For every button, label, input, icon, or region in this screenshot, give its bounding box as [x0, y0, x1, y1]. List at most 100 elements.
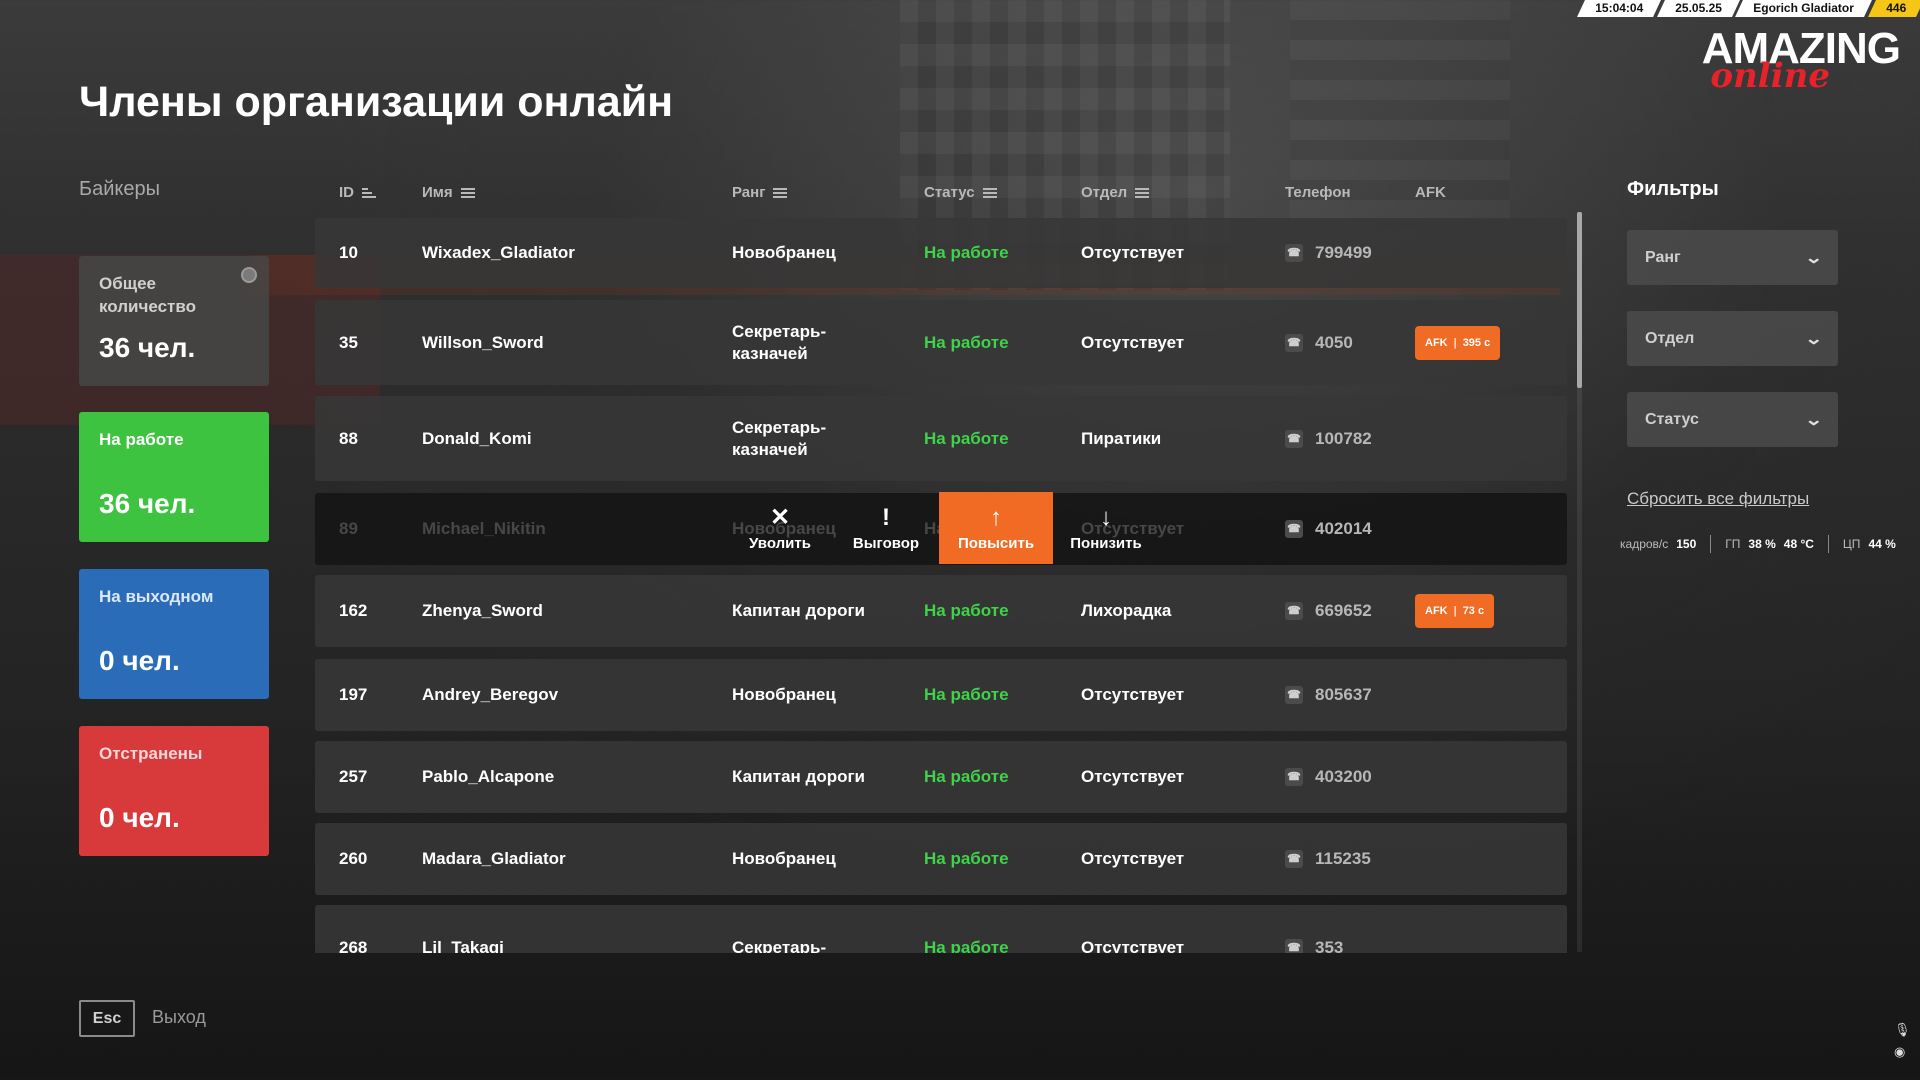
reprimand-button[interactable]: ! Выговор — [833, 492, 939, 564]
rank-filter-select[interactable]: Ранг ⌄ — [1627, 230, 1838, 285]
gpu-temp: 48 °C — [1783, 537, 1814, 551]
amazing-online-logo: AMAZING online — [1670, 24, 1901, 96]
status-filter-label: Статус — [1645, 410, 1699, 428]
fire-button[interactable]: ✕ Уволить — [727, 492, 833, 564]
page-title: Члены организации онлайн — [79, 78, 674, 126]
afk-badge-time: 73 c — [1462, 605, 1485, 617]
stat-total-value: 36 чел. — [99, 332, 196, 363]
cell-dept: Отсутствует — [1081, 767, 1185, 786]
stat-working-label: На работе — [99, 430, 184, 449]
demote-button[interactable]: ↓ Понизить — [1053, 492, 1159, 564]
phone-icon: ☎ — [1285, 520, 1303, 538]
fire-button-label: Уволить — [749, 534, 811, 552]
cell-rank: Новобранец — [732, 849, 836, 868]
cell-status: На работе — [924, 601, 1009, 620]
table-row[interactable]: 268 Lil_Takagi Секретарь- На работе Отсу… — [315, 905, 1567, 953]
chevron-down-icon: ⌄ — [1803, 330, 1823, 348]
cell-rank: Новобранец — [732, 243, 836, 262]
divider — [1710, 535, 1712, 553]
table-row[interactable]: 197 Andrey_Beregov Новобранец На работе … — [315, 659, 1567, 731]
stat-working[interactable]: На работе 36 чел. — [79, 412, 269, 542]
arrow-up-icon: ↑ — [990, 503, 1002, 531]
table-scrollbar[interactable] — [1577, 212, 1582, 952]
cell-name: Wixadex_Gladiator — [422, 243, 575, 262]
cell-name: Lil_Takagi — [422, 937, 504, 954]
dept-filter-select[interactable]: Отдел ⌄ — [1627, 311, 1838, 366]
exit-label[interactable]: Выход — [152, 1007, 206, 1028]
column-status[interactable]: Статус — [924, 184, 997, 201]
column-dept[interactable]: Отдел — [1081, 184, 1150, 201]
table-row[interactable]: 35 Willson_Sword Секретарь-казначей На р… — [315, 300, 1567, 385]
phone-number: 402014 — [1315, 519, 1372, 538]
cell-rank: Секретарь-казначей — [732, 417, 827, 459]
reset-filters-link[interactable]: Сбросить все фильтры — [1627, 489, 1809, 509]
column-phone-label: Телефон — [1285, 184, 1351, 201]
table-row[interactable]: 257 Pablo_Alcapone Капитан дороги На раб… — [315, 741, 1567, 813]
microphone-icon: 🎙 — [1894, 1022, 1911, 1037]
stat-total[interactable]: Общее количество 36 чел. — [79, 256, 269, 386]
column-afk-label: AFK — [1415, 184, 1446, 201]
sort-icon — [773, 187, 788, 198]
phone-number: 100782 — [1315, 428, 1372, 448]
cell-status: На работе — [924, 767, 1009, 786]
cell-phone: ☎ 353 — [1285, 937, 1344, 954]
phone-icon: ☎ — [1285, 938, 1303, 953]
column-id[interactable]: ID — [339, 184, 376, 201]
arrow-down-icon: ↓ — [1100, 503, 1112, 531]
esc-key-button[interactable]: Esc — [79, 1000, 135, 1037]
column-id-label: ID — [339, 184, 354, 201]
location-icon: ◉ — [1894, 1044, 1906, 1059]
stat-working-value: 36 чел. — [99, 488, 196, 519]
table-row[interactable]: 10 Wixadex_Gladiator Новобранец На работ… — [315, 218, 1567, 288]
column-rank[interactable]: Ранг — [732, 184, 788, 201]
cell-id: 197 — [339, 685, 368, 704]
cell-phone: ☎ 403200 — [1285, 766, 1372, 788]
cell-name: Michael_Nikitin — [422, 519, 546, 538]
cell-dept: Отсутствует — [1081, 685, 1185, 704]
cell-name: Zhenya_Sword — [422, 601, 543, 620]
promote-button[interactable]: ↑ Повысить — [939, 492, 1053, 564]
phone-icon: ☎ — [1285, 686, 1303, 704]
stat-suspended[interactable]: Отстранены 0 чел. — [79, 726, 269, 856]
sort-icon — [1135, 187, 1150, 198]
cell-rank: Секретарь- — [732, 937, 827, 954]
table-row[interactable]: 260 Madara_Gladiator Новобранец На работ… — [315, 823, 1567, 895]
afk-badge-label: AFK — [1425, 605, 1448, 617]
phone-number: 805637 — [1315, 685, 1372, 704]
rank-filter-label: Ранг — [1645, 248, 1681, 266]
column-status-label: Статус — [924, 184, 975, 201]
phone-icon: ☎ — [1285, 850, 1303, 868]
stat-total-label: Общее количество — [99, 274, 196, 316]
cell-phone: ☎ 100782 — [1285, 428, 1372, 450]
logo-sub-text: online — [1710, 56, 1830, 96]
cell-status: На работе — [924, 937, 1009, 954]
stat-off-duty[interactable]: На выходном 0 чел. — [79, 569, 269, 699]
exclamation-icon: ! — [882, 503, 890, 531]
status-filter-select[interactable]: Статус ⌄ — [1627, 392, 1838, 447]
table-row[interactable]: 88 Donald_Komi Секретарь-казначей На раб… — [315, 396, 1567, 481]
column-afk: AFK — [1415, 184, 1446, 201]
hud-player: Egorich Gladiator — [1735, 0, 1872, 17]
afk-badge: AFK | 395 c — [1415, 325, 1501, 360]
cell-status: На работе — [924, 849, 1009, 868]
hud-number: 446 — [1868, 0, 1920, 17]
cell-phone: ☎ 799499 — [1285, 242, 1372, 264]
column-phone: Телефон — [1285, 184, 1351, 201]
column-name[interactable]: Имя — [422, 184, 475, 201]
gpu-load: 38 % — [1748, 537, 1776, 551]
column-dept-label: Отдел — [1081, 184, 1128, 201]
fps-label: кадров/с — [1620, 537, 1669, 551]
cell-rank: Капитан дороги — [732, 601, 866, 620]
cell-dept: Пиратики — [1081, 428, 1162, 448]
phone-icon: ☎ — [1285, 602, 1303, 620]
sort-icon — [460, 187, 475, 198]
organization-name: Байкеры — [79, 178, 161, 200]
scrollbar-thumb[interactable] — [1577, 212, 1582, 388]
phone-number: 353 — [1315, 937, 1344, 954]
cell-id: 88 — [339, 428, 358, 448]
cell-id: 257 — [339, 767, 368, 786]
table-row[interactable]: 162 Zhenya_Sword Капитан дороги На работ… — [315, 575, 1567, 647]
cell-id: 268 — [339, 937, 368, 954]
members-table[interactable]: 10 Wixadex_Gladiator Новобранец На работ… — [315, 218, 1567, 953]
phone-icon: ☎ — [1285, 333, 1303, 352]
